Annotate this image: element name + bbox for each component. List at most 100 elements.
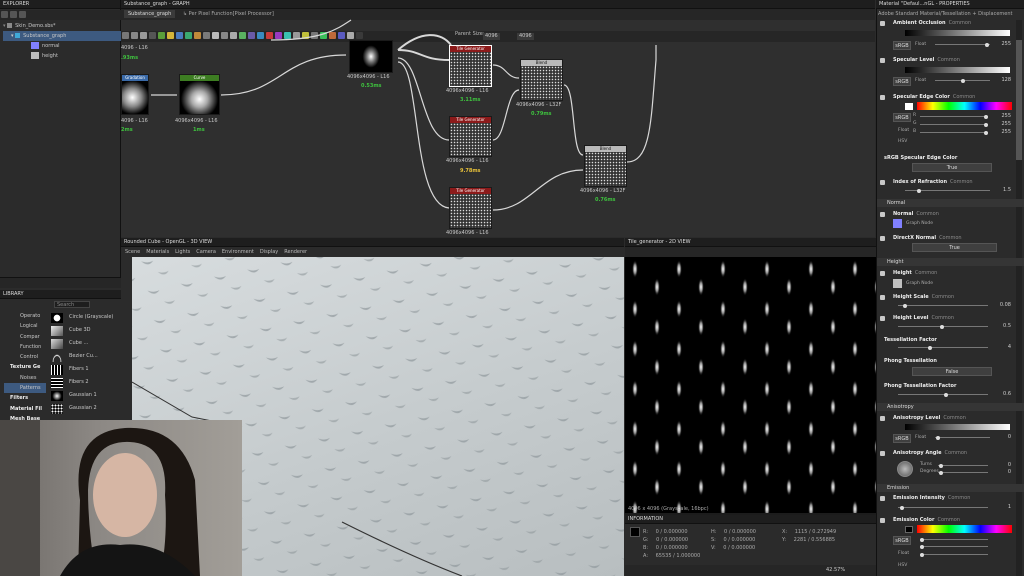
aniso-angle-checkbox[interactable] [880, 451, 885, 456]
g-slider[interactable] [920, 122, 988, 127]
node-blend[interactable]: Blend [584, 145, 627, 187]
height-swatch[interactable] [893, 279, 902, 288]
library-item[interactable]: Gaussian 1 [47, 389, 119, 402]
tess-factor-slider[interactable] [898, 345, 988, 350]
library-category[interactable]: Noises [4, 373, 46, 383]
degrees-slider[interactable] [938, 470, 988, 475]
emission-color-checkbox[interactable] [880, 518, 885, 523]
library-category[interactable]: Function [4, 342, 46, 352]
library-category[interactable]: Texture Ge [4, 362, 46, 372]
ao-gradient[interactable] [905, 30, 1010, 36]
library-category[interactable]: Compar [4, 332, 46, 342]
library-search-input[interactable]: Search [54, 301, 90, 308]
section-normal[interactable]: Normal [877, 199, 1024, 207]
spec-edge-checkbox[interactable] [880, 95, 885, 100]
height-level-checkbox[interactable] [880, 316, 885, 321]
save-icon[interactable] [19, 11, 26, 18]
node-tile-generator[interactable]: Tile Generator [449, 116, 492, 157]
library-item[interactable]: Fibers 2 [47, 376, 119, 389]
output-normal-item[interactable]: normal [3, 41, 121, 51]
normal-checkbox[interactable] [880, 212, 885, 217]
zoom-level[interactable]: 42.57% [826, 567, 845, 573]
aniso-gradient[interactable] [905, 424, 1010, 430]
b-slider[interactable] [920, 130, 988, 135]
phong-tess-toggle[interactable]: False [912, 367, 992, 376]
library-category[interactable]: Patterns [4, 383, 46, 394]
node-blend[interactable]: Blend [520, 59, 563, 101]
emission-intensity-checkbox[interactable] [880, 496, 885, 501]
srgb-button[interactable]: sRGB [893, 113, 911, 122]
section-height[interactable]: Height [877, 258, 1024, 266]
height-scale-slider[interactable] [898, 303, 988, 308]
height-checkbox[interactable] [880, 271, 885, 276]
phong-factor-slider[interactable] [898, 392, 988, 397]
height-level-slider[interactable] [898, 324, 988, 329]
library-category[interactable]: Material Fil [4, 404, 46, 414]
r-slider[interactable] [920, 114, 988, 119]
library-item[interactable]: Fibers 1 [47, 363, 119, 376]
emission-g-slider[interactable] [920, 544, 988, 549]
menu-environment[interactable]: Environment [222, 249, 254, 255]
node-pixel-processor[interactable] [349, 40, 393, 73]
directx-toggle[interactable]: True [912, 243, 997, 252]
graph-item[interactable]: ▾ Substance_graph [3, 31, 121, 41]
float-label: Float [915, 435, 927, 440]
srgb-button[interactable]: sRGB [893, 536, 911, 545]
library-item[interactable]: Circle (Grayscale) [47, 311, 119, 324]
menu-camera[interactable]: Camera [196, 249, 216, 255]
view2d-canvas[interactable] [625, 257, 876, 513]
normal-swatch[interactable] [893, 219, 902, 228]
open-icon[interactable] [10, 11, 17, 18]
menu-lights[interactable]: Lights [175, 249, 190, 255]
library-item[interactable]: Bezier Cu... [47, 350, 119, 363]
node-tile-generator[interactable]: Tile Generator [449, 45, 492, 87]
emission-swatch[interactable] [905, 526, 913, 533]
aniso-level-slider[interactable] [935, 435, 990, 440]
menu-materials[interactable]: Materials [146, 249, 169, 255]
section-emission[interactable]: Emission [877, 484, 1024, 492]
emission-hue-bar[interactable] [917, 525, 1012, 533]
node-gradation[interactable]: Gradation (B) [121, 74, 149, 115]
angle-dial-icon[interactable] [897, 461, 913, 477]
directx-checkbox[interactable] [880, 236, 885, 241]
library-category[interactable]: Filters [4, 393, 46, 403]
spec-slider[interactable] [935, 78, 990, 83]
ao-slider[interactable] [935, 42, 990, 47]
node-label: 4096x4096 - L16 [446, 230, 489, 236]
ior-slider[interactable] [905, 188, 990, 193]
node-curve[interactable]: Curve [179, 74, 220, 115]
srgb-spec-edge-toggle[interactable]: True [912, 163, 992, 172]
spec-edge-swatch[interactable] [905, 103, 913, 110]
height-scale-checkbox[interactable] [880, 295, 885, 300]
library-category[interactable]: Control [4, 352, 46, 362]
srgb-button[interactable]: sRGB [893, 77, 911, 86]
emission-r-slider[interactable] [920, 537, 988, 542]
library-category[interactable]: Operato [4, 311, 46, 321]
new-icon[interactable] [1, 11, 8, 18]
spec-gradient[interactable] [905, 67, 1010, 73]
turns-slider[interactable] [938, 463, 988, 468]
menu-renderer[interactable]: Renderer [284, 249, 307, 255]
aniso-level-checkbox[interactable] [880, 416, 885, 421]
ior-checkbox[interactable] [880, 180, 885, 185]
srgb-button[interactable]: sRGB [893, 41, 911, 50]
library-category[interactable]: Logical [4, 321, 46, 331]
properties-scrollbar[interactable] [1016, 20, 1022, 576]
output-height-item[interactable]: height [3, 51, 121, 61]
section-anisotropy[interactable]: Anisotropy [877, 403, 1024, 411]
menu-scene[interactable]: Scene [125, 249, 140, 255]
menu-display[interactable]: Display [260, 249, 278, 255]
library-item[interactable]: Gaussian 2 [47, 402, 119, 415]
library-item[interactable]: Cube ... [47, 337, 119, 350]
node-tile-generator[interactable]: Tile Generator [449, 187, 492, 229]
srgb-button[interactable]: sRGB [893, 434, 911, 443]
ao-checkbox[interactable] [880, 21, 885, 26]
package-item[interactable]: ▾ Skin_Demo.sbs* [3, 21, 121, 31]
hue-bar[interactable] [917, 102, 1012, 110]
library-item[interactable]: Cube 3D [47, 324, 119, 337]
emission-b-slider[interactable] [920, 552, 988, 557]
view3d-title: Rounded Cube - OpenGL - 3D VIEW [121, 238, 624, 247]
phong-tess-label: Phong Tessellation [884, 358, 937, 364]
emission-intensity-slider[interactable] [898, 505, 988, 510]
spec-checkbox[interactable] [880, 58, 885, 63]
